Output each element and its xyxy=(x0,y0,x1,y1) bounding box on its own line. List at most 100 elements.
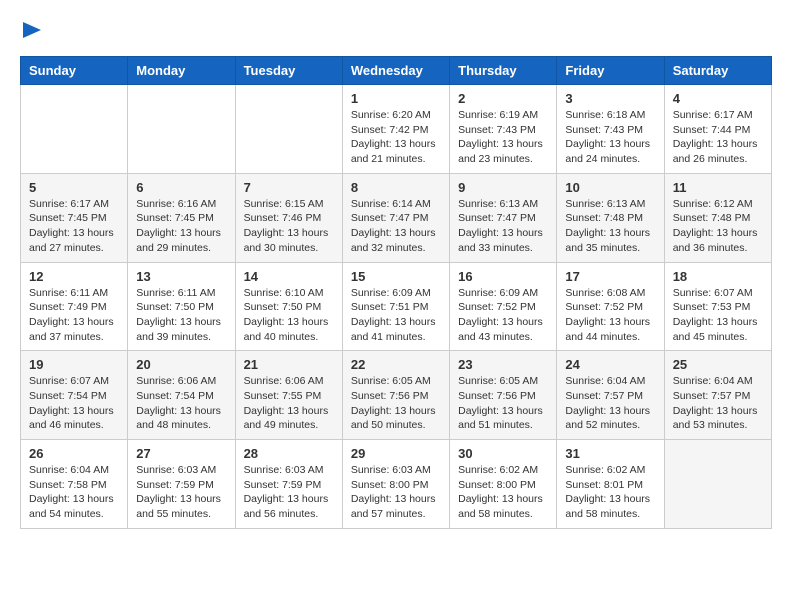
day-info: Sunrise: 6:06 AM Sunset: 7:54 PM Dayligh… xyxy=(136,374,226,433)
calendar-cell: 29 Sunrise: 6:03 AM Sunset: 8:00 PM Dayli… xyxy=(342,440,449,529)
calendar-cell: 3 Sunrise: 6:18 AM Sunset: 7:43 PM Daylig… xyxy=(557,85,664,174)
calendar-cell xyxy=(128,85,235,174)
calendar-cell: 30 Sunrise: 6:02 AM Sunset: 8:00 PM Dayli… xyxy=(450,440,557,529)
day-info: Sunrise: 6:06 AM Sunset: 7:55 PM Dayligh… xyxy=(244,374,334,433)
calendar-cell: 17 Sunrise: 6:08 AM Sunset: 7:52 PM Dayli… xyxy=(557,262,664,351)
calendar-cell xyxy=(21,85,128,174)
day-number: 25 xyxy=(673,357,763,372)
calendar-cell: 16 Sunrise: 6:09 AM Sunset: 7:52 PM Dayli… xyxy=(450,262,557,351)
day-info: Sunrise: 6:08 AM Sunset: 7:52 PM Dayligh… xyxy=(565,286,655,345)
calendar-cell: 21 Sunrise: 6:06 AM Sunset: 7:55 PM Dayli… xyxy=(235,351,342,440)
page-header xyxy=(20,20,772,40)
calendar-weekday-thursday: Thursday xyxy=(450,57,557,85)
day-number: 23 xyxy=(458,357,548,372)
calendar-cell: 25Sunrise: 6:04 AM Sunset: 7:57 PM Dayli… xyxy=(664,351,771,440)
day-number: 9 xyxy=(458,180,548,195)
calendar-cell: 14 Sunrise: 6:10 AM Sunset: 7:50 PM Dayli… xyxy=(235,262,342,351)
week-row-1: 1 Sunrise: 6:20 AM Sunset: 7:42 PM Daylig… xyxy=(21,85,772,174)
day-info: Sunrise: 6:13 AM Sunset: 7:48 PM Dayligh… xyxy=(565,197,655,256)
day-number: 22 xyxy=(351,357,441,372)
calendar-cell: 27Sunrise: 6:03 AM Sunset: 7:59 PM Dayli… xyxy=(128,440,235,529)
day-info: Sunrise: 6:04 AM Sunset: 7:57 PM Dayligh… xyxy=(565,374,655,433)
logo-arrow-icon xyxy=(23,20,45,40)
day-info: Sunrise: 6:09 AM Sunset: 7:51 PM Dayligh… xyxy=(351,286,441,345)
day-info: Sunrise: 6:17 AM Sunset: 7:44 PM Dayligh… xyxy=(673,108,763,167)
calendar-cell: 26 Sunrise: 6:04 AM Sunset: 7:58 PM Dayli… xyxy=(21,440,128,529)
calendar-cell: 7 Sunrise: 6:15 AM Sunset: 7:46 PM Daylig… xyxy=(235,173,342,262)
calendar-cell: 8 Sunrise: 6:14 AM Sunset: 7:47 PM Daylig… xyxy=(342,173,449,262)
day-number: 10 xyxy=(565,180,655,195)
day-number: 26 xyxy=(29,446,119,461)
day-number: 28 xyxy=(244,446,334,461)
day-number: 4 xyxy=(673,91,763,106)
day-number: 2 xyxy=(458,91,548,106)
week-row-3: 12 Sunrise: 6:11 AM Sunset: 7:49 PM Dayli… xyxy=(21,262,772,351)
day-info: Sunrise: 6:16 AM Sunset: 7:45 PM Dayligh… xyxy=(136,197,226,256)
day-number: 17 xyxy=(565,269,655,284)
calendar-cell: 20 Sunrise: 6:06 AM Sunset: 7:54 PM Dayli… xyxy=(128,351,235,440)
day-number: 5 xyxy=(29,180,119,195)
day-number: 6 xyxy=(136,180,226,195)
day-number: 31 xyxy=(565,446,655,461)
calendar-cell: 6 Sunrise: 6:16 AM Sunset: 7:45 PM Daylig… xyxy=(128,173,235,262)
day-info: Sunrise: 6:03 AM Sunset: 7:59 PM Dayligh… xyxy=(136,463,226,522)
day-number: 18 xyxy=(673,269,763,284)
day-info: Sunrise: 6:18 AM Sunset: 7:43 PM Dayligh… xyxy=(565,108,655,167)
calendar-cell: 2 Sunrise: 6:19 AM Sunset: 7:43 PM Daylig… xyxy=(450,85,557,174)
day-number: 21 xyxy=(244,357,334,372)
day-info: Sunrise: 6:10 AM Sunset: 7:50 PM Dayligh… xyxy=(244,286,334,345)
calendar-weekday-tuesday: Tuesday xyxy=(235,57,342,85)
day-number: 12 xyxy=(29,269,119,284)
day-number: 15 xyxy=(351,269,441,284)
calendar-cell: 31 Sunrise: 6:02 AM Sunset: 8:01 PM Dayli… xyxy=(557,440,664,529)
day-info: Sunrise: 6:13 AM Sunset: 7:47 PM Dayligh… xyxy=(458,197,548,256)
day-number: 30 xyxy=(458,446,548,461)
day-info: Sunrise: 6:03 AM Sunset: 8:00 PM Dayligh… xyxy=(351,463,441,522)
week-row-4: 19 Sunrise: 6:07 AM Sunset: 7:54 PM Dayli… xyxy=(21,351,772,440)
calendar-cell: 10 Sunrise: 6:13 AM Sunset: 7:48 PM Dayli… xyxy=(557,173,664,262)
day-info: Sunrise: 6:02 AM Sunset: 8:01 PM Dayligh… xyxy=(565,463,655,522)
day-number: 1 xyxy=(351,91,441,106)
day-info: Sunrise: 6:04 AM Sunset: 7:58 PM Dayligh… xyxy=(29,463,119,522)
logo xyxy=(20,20,45,40)
calendar-cell xyxy=(664,440,771,529)
day-number: 19 xyxy=(29,357,119,372)
calendar-cell: 1 Sunrise: 6:20 AM Sunset: 7:42 PM Daylig… xyxy=(342,85,449,174)
calendar-weekday-wednesday: Wednesday xyxy=(342,57,449,85)
day-number: 20 xyxy=(136,357,226,372)
day-info: Sunrise: 6:09 AM Sunset: 7:52 PM Dayligh… xyxy=(458,286,548,345)
calendar-cell: 28Sunrise: 6:03 AM Sunset: 7:59 PM Dayli… xyxy=(235,440,342,529)
day-info: Sunrise: 6:11 AM Sunset: 7:49 PM Dayligh… xyxy=(29,286,119,345)
calendar-cell: 11Sunrise: 6:12 AM Sunset: 7:48 PM Dayli… xyxy=(664,173,771,262)
day-number: 14 xyxy=(244,269,334,284)
calendar-cell: 12 Sunrise: 6:11 AM Sunset: 7:49 PM Dayli… xyxy=(21,262,128,351)
day-number: 29 xyxy=(351,446,441,461)
calendar-cell: 22Sunrise: 6:05 AM Sunset: 7:56 PM Dayli… xyxy=(342,351,449,440)
day-info: Sunrise: 6:14 AM Sunset: 7:47 PM Dayligh… xyxy=(351,197,441,256)
day-info: Sunrise: 6:19 AM Sunset: 7:43 PM Dayligh… xyxy=(458,108,548,167)
day-info: Sunrise: 6:20 AM Sunset: 7:42 PM Dayligh… xyxy=(351,108,441,167)
day-number: 16 xyxy=(458,269,548,284)
day-info: Sunrise: 6:05 AM Sunset: 7:56 PM Dayligh… xyxy=(458,374,548,433)
calendar-weekday-sunday: Sunday xyxy=(21,57,128,85)
day-info: Sunrise: 6:17 AM Sunset: 7:45 PM Dayligh… xyxy=(29,197,119,256)
day-number: 3 xyxy=(565,91,655,106)
week-row-5: 26 Sunrise: 6:04 AM Sunset: 7:58 PM Dayli… xyxy=(21,440,772,529)
calendar-header-row: SundayMondayTuesdayWednesdayThursdayFrid… xyxy=(21,57,772,85)
calendar-cell: 15 Sunrise: 6:09 AM Sunset: 7:51 PM Dayli… xyxy=(342,262,449,351)
day-info: Sunrise: 6:07 AM Sunset: 7:54 PM Dayligh… xyxy=(29,374,119,433)
calendar-cell: 4 Sunrise: 6:17 AM Sunset: 7:44 PM Daylig… xyxy=(664,85,771,174)
day-number: 13 xyxy=(136,269,226,284)
day-info: Sunrise: 6:15 AM Sunset: 7:46 PM Dayligh… xyxy=(244,197,334,256)
calendar-cell: 18Sunrise: 6:07 AM Sunset: 7:53 PM Dayli… xyxy=(664,262,771,351)
day-info: Sunrise: 6:02 AM Sunset: 8:00 PM Dayligh… xyxy=(458,463,548,522)
day-number: 7 xyxy=(244,180,334,195)
calendar-cell: 5 Sunrise: 6:17 AM Sunset: 7:45 PM Daylig… xyxy=(21,173,128,262)
day-info: Sunrise: 6:11 AM Sunset: 7:50 PM Dayligh… xyxy=(136,286,226,345)
calendar-weekday-saturday: Saturday xyxy=(664,57,771,85)
calendar-weekday-friday: Friday xyxy=(557,57,664,85)
day-number: 11 xyxy=(673,180,763,195)
day-number: 8 xyxy=(351,180,441,195)
calendar-cell: 9 Sunrise: 6:13 AM Sunset: 7:47 PM Daylig… xyxy=(450,173,557,262)
day-number: 24 xyxy=(565,357,655,372)
